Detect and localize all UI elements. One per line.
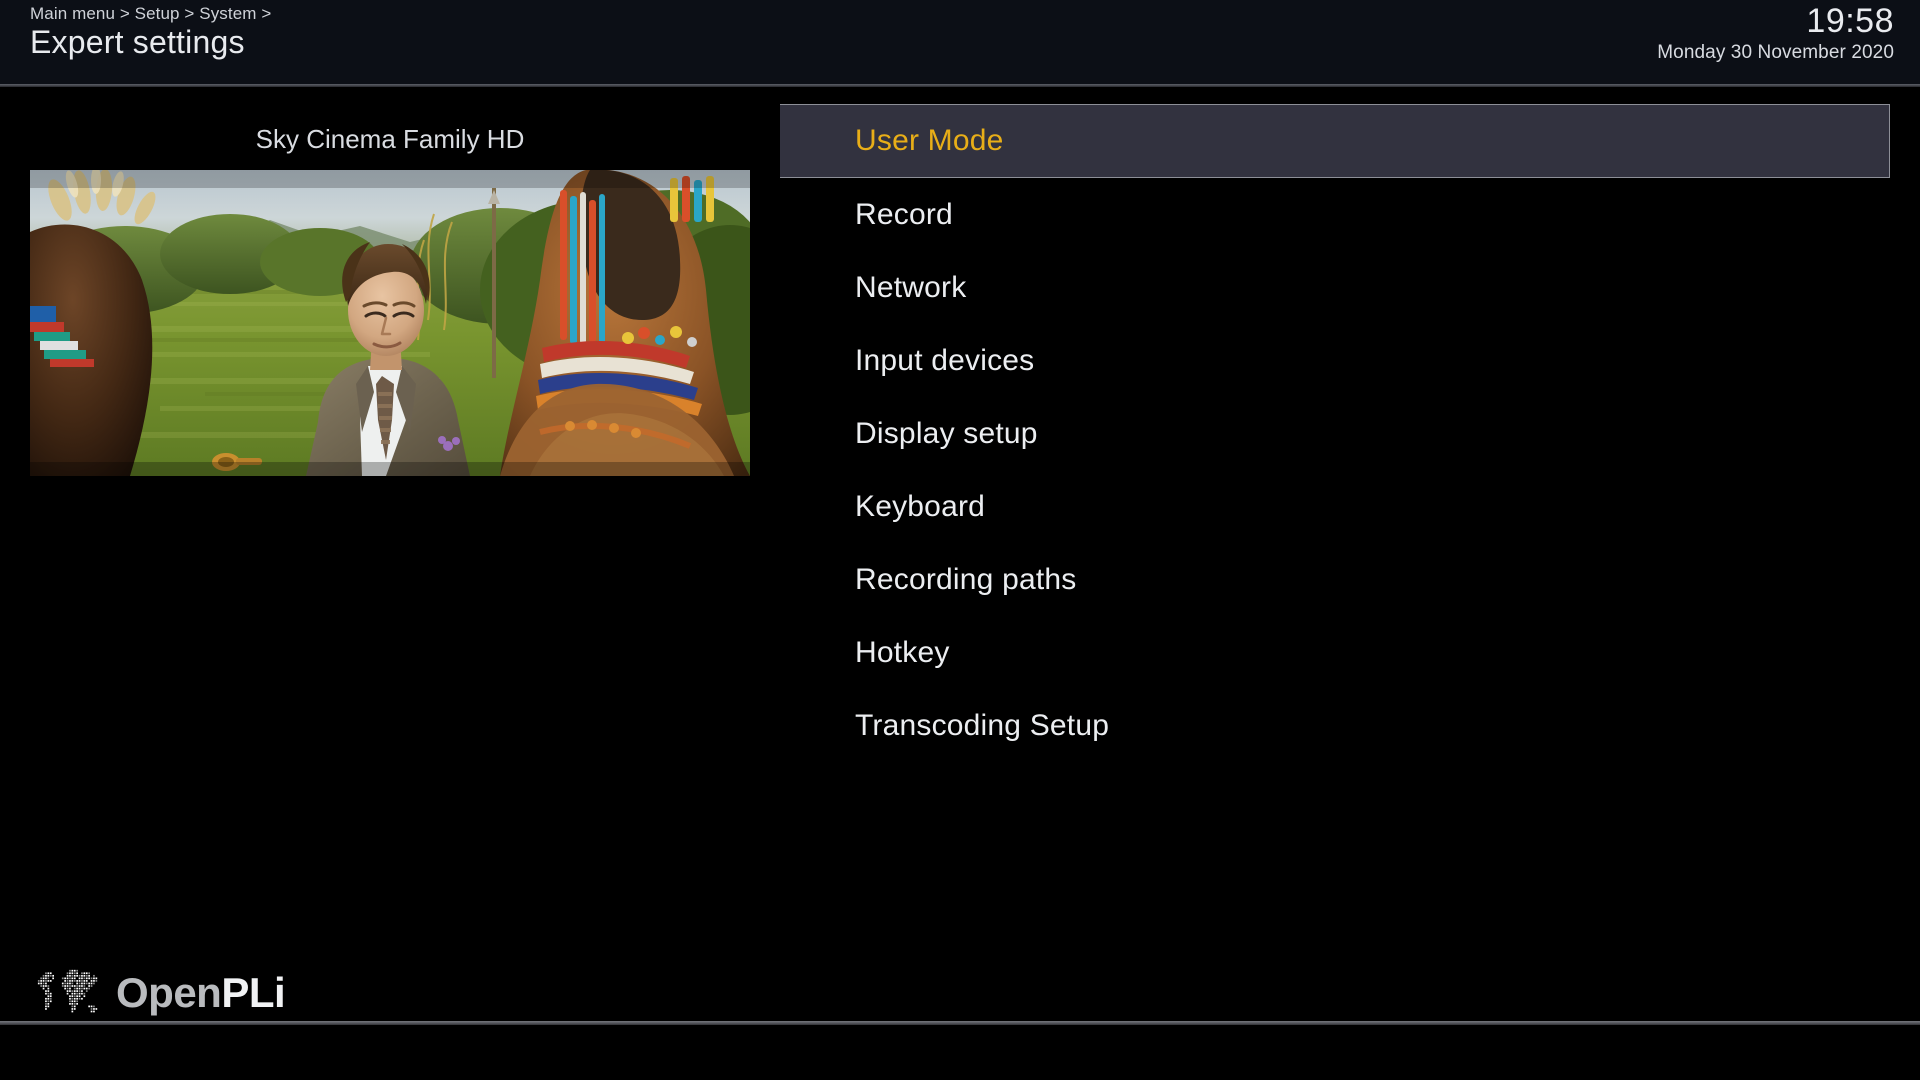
menu-item-record[interactable]: Record — [780, 178, 1890, 251]
menu-item-label: Input devices — [855, 343, 1035, 377]
menu-item-hotkey[interactable]: Hotkey — [780, 616, 1890, 689]
menu-item-label: Network — [855, 270, 967, 304]
header-bar: Main menu > Setup > System > Expert sett… — [0, 0, 1920, 84]
footer-divider — [0, 1021, 1920, 1025]
clock-date: Monday 30 November 2020 — [1657, 42, 1894, 63]
header-divider — [0, 84, 1920, 87]
menu-item-label: Keyboard — [855, 489, 986, 523]
menu-item-display-setup[interactable]: Display setup — [780, 397, 1890, 470]
menu-item-network[interactable]: Network — [780, 251, 1890, 324]
logo-text-open: Open — [116, 969, 222, 1016]
menu-item-label: Transcoding Setup — [855, 708, 1110, 742]
menu-item-label: User Mode — [855, 124, 1004, 157]
openpli-wordmark: OpenPLi — [116, 969, 286, 1016]
video-preview[interactable] — [30, 170, 750, 476]
page-title: Expert settings — [30, 24, 245, 60]
menu-item-label: Display setup — [855, 416, 1038, 450]
dotted-world-map-icon — [37, 969, 98, 1013]
clock-time: 19:58 — [1806, 2, 1894, 40]
clock: 19:58 Monday 30 November 2020 — [1657, 2, 1894, 66]
menu-item-label: Recording paths — [855, 562, 1077, 596]
openpli-logo: OpenPLi — [28, 962, 286, 1024]
menu-item-transcoding-setup[interactable]: Transcoding Setup — [780, 689, 1890, 762]
menu-item-recording-paths[interactable]: Recording paths — [780, 543, 1890, 616]
video-preview-image — [30, 170, 750, 476]
menu-item-label: Record — [855, 197, 953, 231]
menu-item-user-mode[interactable]: User Mode — [780, 104, 1890, 178]
menu-item-keyboard[interactable]: Keyboard — [780, 470, 1890, 543]
settings-menu-list[interactable]: User Mode Record Network Input devices Displ… — [780, 104, 1890, 762]
preview-channel-name: Sky Cinema Family HD — [255, 124, 525, 154]
menu-item-label: Hotkey — [855, 635, 950, 669]
logo-text-pli: PLi — [221, 969, 286, 1016]
menu-item-input-devices[interactable]: Input devices — [780, 324, 1890, 397]
breadcrumb: Main menu > Setup > System > — [30, 4, 272, 23]
settings-screen: Main menu > Setup > System > Expert sett… — [0, 0, 1920, 1080]
